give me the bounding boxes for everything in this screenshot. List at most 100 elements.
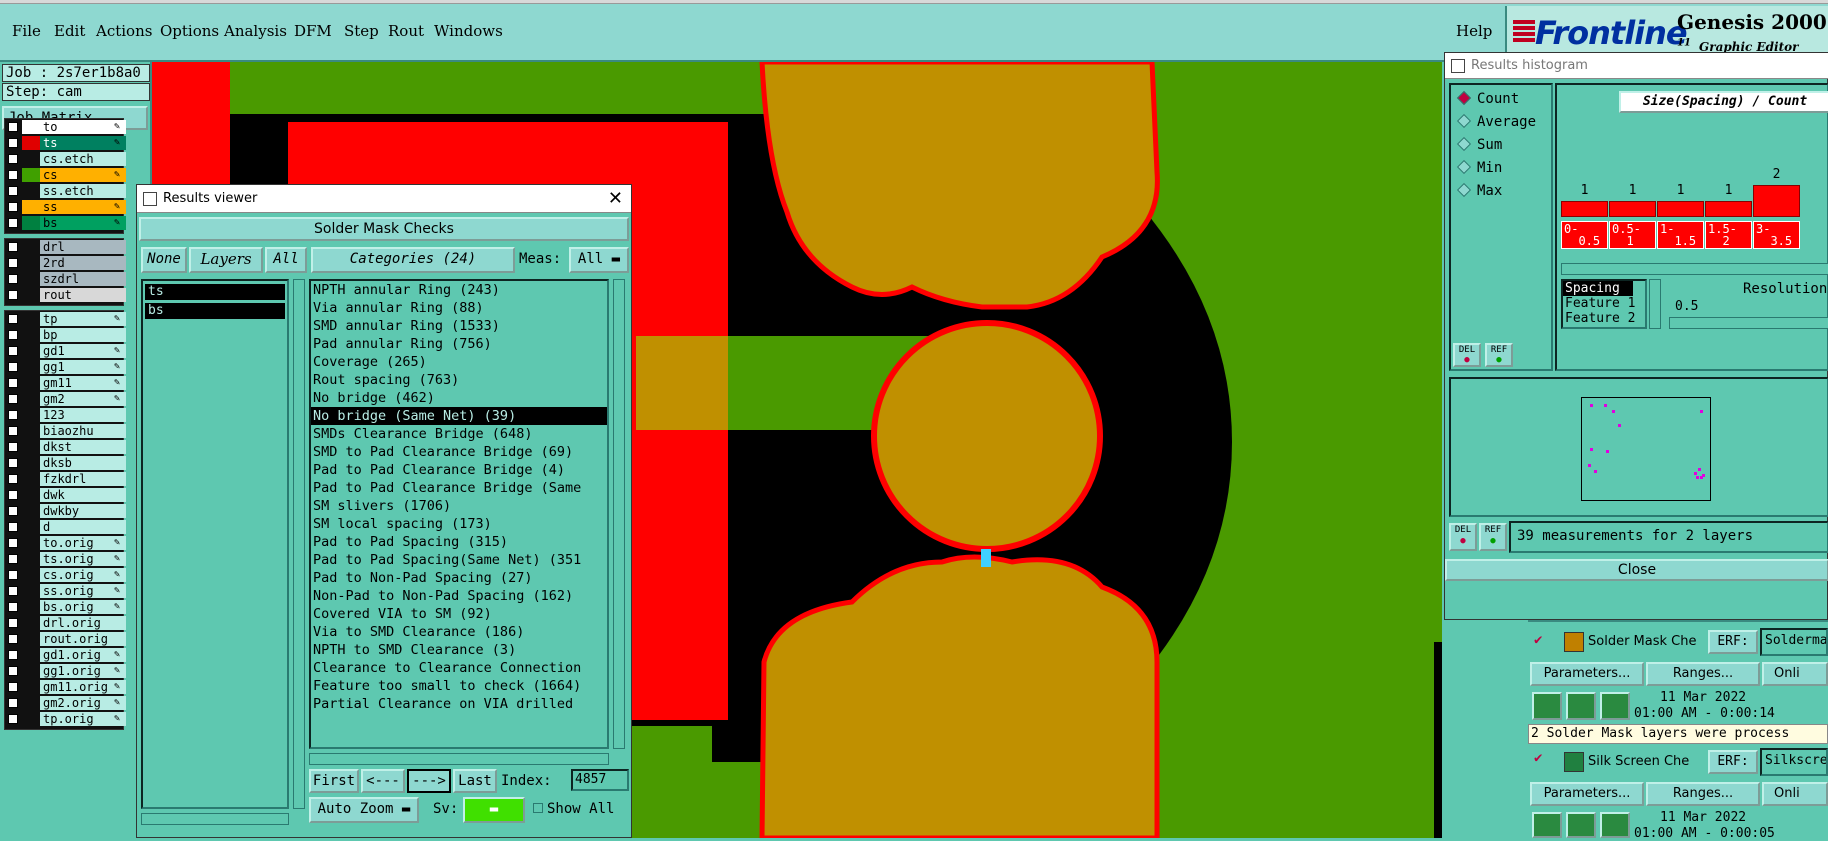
category-item[interactable]: Via to SMD Clearance (186) (311, 623, 607, 641)
last-button[interactable]: Last (453, 769, 497, 793)
layer-color-swatch[interactable] (22, 552, 40, 566)
category-item[interactable]: Pad to Pad Clearance Bridge (4) (311, 461, 607, 479)
layer-row[interactable]: ss.etch (6, 184, 126, 198)
run-erf-icon[interactable] (1600, 692, 1630, 720)
layer-checkbox[interactable] (8, 474, 18, 484)
category-item[interactable]: Clearance to Clearance Connection (311, 659, 607, 677)
layer-row[interactable]: bp (6, 328, 126, 342)
histogram-close-button[interactable]: Close (1445, 559, 1828, 581)
layer-row[interactable]: biaozhu (6, 424, 126, 438)
layer-checkbox[interactable] (8, 218, 18, 228)
layer-color-swatch[interactable] (22, 440, 40, 454)
layer-color-swatch[interactable] (22, 664, 40, 678)
layer-row[interactable]: gm2 ✎ (6, 392, 126, 406)
silk-run-erf-icon[interactable] (1600, 812, 1630, 838)
layer-checkbox[interactable] (8, 290, 18, 300)
layer-color-swatch[interactable] (22, 272, 40, 286)
layer-color-swatch[interactable] (22, 424, 40, 438)
layer-row[interactable]: bs ✎ (6, 216, 126, 230)
layer-row[interactable]: cs ✎ (6, 168, 126, 182)
layers-hscrollbar[interactable] (141, 813, 289, 825)
layer-row[interactable]: 123 (6, 408, 126, 422)
layer-row[interactable]: dkst (6, 440, 126, 454)
prev-button[interactable]: <--- (361, 769, 405, 793)
ref-button[interactable]: REF ● (1485, 343, 1513, 367)
measure-item[interactable]: Feature 2 (1563, 311, 1645, 326)
categories-listbox[interactable]: NPTH annular Ring (243) Via annular Ring … (309, 279, 609, 749)
layer-color-swatch[interactable] (22, 584, 40, 598)
layer-row[interactable]: gm11 ✎ (6, 376, 126, 390)
layer-checkbox[interactable] (8, 314, 18, 324)
histogram-bar[interactable] (1753, 185, 1800, 217)
category-item[interactable]: NPTH to SMD Clearance (3) (311, 641, 607, 659)
layer-checkbox[interactable] (8, 242, 18, 252)
layer-checkbox[interactable] (8, 458, 18, 468)
layer-row[interactable]: dksb (6, 456, 126, 470)
layer-row[interactable]: drl.orig (6, 616, 126, 630)
layer-color-swatch[interactable] (22, 184, 40, 198)
layer-color-swatch[interactable] (22, 456, 40, 470)
layer-checkbox[interactable] (8, 410, 18, 420)
layers-button[interactable]: Layers (189, 247, 263, 273)
layer-row[interactable]: ss ✎ (6, 200, 126, 214)
layer-row[interactable]: gm2.orig ✎ (6, 696, 126, 710)
layer-color-swatch[interactable] (22, 328, 40, 342)
layer-checkbox[interactable] (8, 442, 18, 452)
layer-checkbox[interactable] (8, 330, 18, 340)
category-item[interactable]: Pad to Pad Clearance Bridge (Same (311, 479, 607, 497)
layer-checkbox[interactable] (8, 698, 18, 708)
layer-row[interactable]: dwk (6, 488, 126, 502)
none-button[interactable]: None (141, 247, 187, 273)
layer-color-swatch[interactable] (22, 696, 40, 710)
menu-actions[interactable]: Actions (96, 22, 152, 40)
layer-color-swatch[interactable] (22, 408, 40, 422)
mode-radio-min[interactable]: Min (1456, 158, 1502, 178)
category-item[interactable]: Pad annular Ring (756) (311, 335, 607, 353)
run-icon[interactable] (1532, 692, 1562, 720)
layer-color-swatch[interactable] (22, 360, 40, 374)
category-item[interactable]: Partial Clearance on VIA drilled (311, 695, 607, 713)
layer-color-swatch[interactable] (22, 120, 40, 134)
histogram-bar[interactable] (1705, 201, 1752, 217)
category-item[interactable]: SMD annular Ring (1533) (311, 317, 607, 335)
next-button[interactable]: ---> (407, 769, 451, 793)
layer-checkbox[interactable] (8, 602, 18, 612)
layer-row[interactable]: tp.orig ✎ (6, 712, 126, 726)
silk-parameters-button[interactable]: Parameters... (1530, 782, 1644, 806)
layer-checkbox[interactable] (8, 490, 18, 500)
layer-color-swatch[interactable] (22, 520, 40, 534)
layer-color-swatch[interactable] (22, 712, 40, 726)
layer-row[interactable]: to ✎ (6, 120, 126, 134)
layer-checkbox[interactable] (8, 714, 18, 724)
layer-checkbox[interactable] (8, 650, 18, 660)
silk-online-button[interactable]: Onli (1762, 782, 1828, 806)
category-item[interactable]: Covered VIA to SM (92) (311, 605, 607, 623)
category-item[interactable]: Pad to Pad Spacing (315) (311, 533, 607, 551)
layer-checkbox[interactable] (8, 570, 18, 580)
layers-listbox[interactable]: ts bs (141, 279, 289, 809)
layer-color-swatch[interactable] (22, 216, 40, 230)
histogram-bar[interactable] (1609, 201, 1656, 217)
result-layer-item[interactable]: bs (145, 303, 285, 319)
silk-run-all-icon[interactable] (1566, 812, 1596, 838)
layer-color-swatch[interactable] (22, 392, 40, 406)
layer-checkbox[interactable] (8, 138, 18, 148)
measure-item[interactable]: Spacing (1563, 281, 1633, 296)
category-item[interactable]: SM slivers (1706) (311, 497, 607, 515)
category-item[interactable]: Feature too small to check (1664) (311, 677, 607, 695)
layer-color-swatch[interactable] (22, 312, 40, 326)
layer-row[interactable]: gg1.orig ✎ (6, 664, 126, 678)
silk-check-toggle[interactable]: ✔ (1534, 750, 1542, 766)
layer-checkbox[interactable] (8, 378, 18, 388)
layer-checkbox[interactable] (8, 202, 18, 212)
layer-row[interactable]: drl (6, 240, 126, 254)
layer-color-swatch[interactable] (22, 344, 40, 358)
layer-row[interactable]: gd1 ✎ (6, 344, 126, 358)
menu-dfm[interactable]: DFM (294, 22, 332, 40)
layer-checkbox[interactable] (8, 634, 18, 644)
layer-row[interactable]: fzkdrl (6, 472, 126, 486)
solder-online-button[interactable]: Onli (1762, 662, 1828, 686)
layer-color-swatch[interactable] (22, 600, 40, 614)
menu-analysis[interactable]: Analysis (224, 22, 287, 40)
index-field[interactable]: 4857 (571, 769, 629, 791)
